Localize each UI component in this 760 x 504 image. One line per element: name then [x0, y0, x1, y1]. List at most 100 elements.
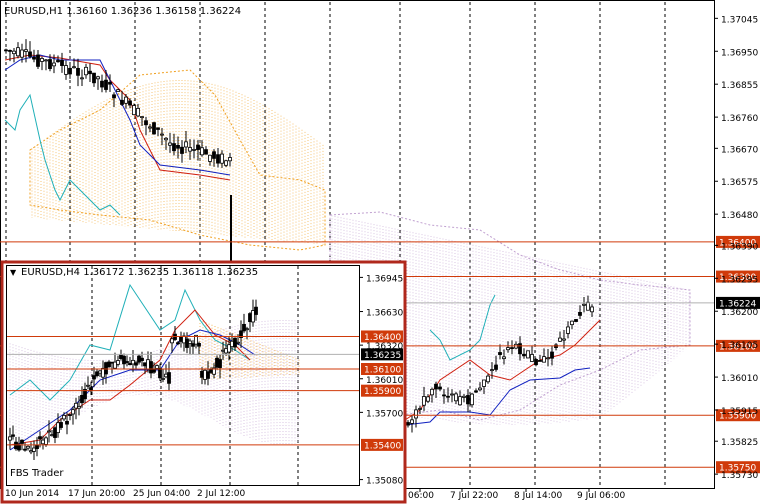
main-candle-body: [64, 65, 68, 75]
main-candle-body: [590, 306, 594, 313]
inset-candle-body: [128, 363, 132, 366]
main-candle-body: [438, 386, 442, 390]
inset-collapse-icon[interactable]: ▼: [10, 268, 17, 277]
main-candle-body: [92, 72, 96, 84]
main-y-tick-label: 1.37045: [721, 15, 758, 25]
main-candle-body: [510, 347, 514, 349]
main-candle-body: [12, 50, 16, 55]
main-candle-body: [196, 144, 200, 150]
main-candle-body: [112, 94, 116, 99]
main-candle-body: [490, 369, 494, 372]
main-candle-body: [200, 147, 204, 156]
inset-candle-body: [245, 328, 249, 331]
inset-candle-body: [104, 362, 108, 375]
main-x-tick-label: 9 Jul 06:00: [577, 491, 626, 501]
inset-candle-body: [242, 323, 246, 332]
main-candle-body: [208, 154, 212, 162]
main-candle-body: [188, 147, 192, 152]
inset-candle-body: [125, 361, 129, 363]
main-y-tick-label: 1.35730: [721, 471, 758, 481]
main-candle-body: [498, 352, 502, 355]
inset-candle-body: [107, 361, 111, 368]
inset-candle-body: [164, 373, 168, 378]
main-candle-body: [518, 343, 522, 355]
main-candle-body: [8, 50, 12, 52]
inset-candle-body: [170, 338, 174, 344]
inset-candle-body: [254, 306, 258, 315]
main-candle-body: [506, 347, 510, 351]
inset-candle-body: [179, 336, 183, 342]
main-candle-body: [410, 419, 414, 424]
inset-candle-body: [221, 349, 225, 352]
inset-candle-body: [44, 437, 48, 445]
main-candle-body: [176, 144, 180, 149]
main-candle-body: [570, 320, 574, 326]
inset-candle-body: [101, 367, 105, 378]
main-y-tick-label: 1.36390: [721, 242, 758, 252]
inset-current-price-label: 1.36235: [364, 351, 401, 361]
inset-candle-body: [56, 422, 60, 434]
inset-level-price-label: 1.36100: [364, 365, 401, 375]
inset-candle-body: [236, 341, 240, 344]
main-candle-body: [430, 388, 434, 396]
inset-candle-body: [185, 338, 189, 348]
main-candle-body: [80, 77, 84, 80]
inset-candle-body: [14, 441, 18, 450]
inset-candle-body: [146, 359, 150, 370]
main-candle-body: [566, 326, 570, 334]
inset-candle-body: [119, 354, 123, 359]
inset-candle-body: [176, 342, 180, 345]
main-y-tick-label: 1.36575: [721, 178, 758, 188]
inset-y-tick-label: 1.36945: [366, 274, 403, 284]
main-candle-body: [140, 116, 144, 119]
inset-x-tick-label: 2 Jul 12:00: [197, 489, 246, 499]
main-candle-body: [60, 60, 64, 66]
main-y-tick-label: 1.36010: [721, 374, 758, 384]
inset-candle-body: [29, 450, 33, 453]
main-candle-body: [144, 120, 148, 126]
inset-candle-body: [23, 448, 27, 451]
inset-plot-frame: [6, 265, 360, 486]
main-candle-body: [450, 393, 454, 396]
inset-candle-body: [227, 344, 231, 353]
main-candle-body: [558, 337, 562, 342]
main-candle-body: [52, 62, 56, 67]
inset-candle-body: [95, 371, 99, 377]
main-candle-body: [578, 311, 582, 316]
main-candle-body: [216, 154, 220, 164]
inset-candle-body: [11, 434, 15, 437]
main-candle-body: [418, 408, 422, 410]
main-y-tick-label: 1.36855: [721, 81, 758, 91]
main-candle-body: [462, 395, 466, 398]
main-candle-body: [562, 338, 566, 341]
inset-candle-body: [77, 406, 81, 409]
inset-y-tick-label: 1.35700: [366, 409, 403, 419]
inset-candle-body: [167, 372, 171, 384]
inset-candle-body: [197, 342, 201, 347]
inset-candle-body: [233, 337, 237, 348]
inset-candle-body: [140, 357, 144, 361]
main-candle-body: [422, 396, 426, 406]
inset-candle-body: [152, 369, 156, 373]
inset-candle-body: [86, 384, 90, 387]
inset-candle-body: [203, 369, 207, 380]
main-candle-body: [478, 387, 482, 391]
main-x-tick-label: 7 Jul 22:00: [450, 491, 499, 501]
inset-candle-body: [251, 310, 255, 323]
main-candle-body: [156, 127, 160, 130]
inset-candle-body: [38, 436, 42, 440]
inset-y-tick-label: 1.36630: [366, 309, 403, 319]
inset-y-tick-label: 1.35080: [366, 477, 403, 487]
main-candle-body: [550, 351, 554, 359]
inset-candle-body: [71, 409, 75, 415]
inset-level-price-label: 1.35400: [364, 441, 401, 451]
inset-candle-body: [116, 360, 120, 365]
inset-candle-body: [62, 414, 66, 420]
main-candle-body: [96, 76, 100, 80]
inset-candle-body: [26, 445, 30, 449]
main-y-tick-label: 1.35825: [721, 438, 758, 448]
inset-candle-body: [47, 430, 51, 433]
inset-candle-body: [32, 447, 36, 452]
main-candle-body: [24, 49, 28, 52]
inset-candle-body: [137, 355, 141, 363]
